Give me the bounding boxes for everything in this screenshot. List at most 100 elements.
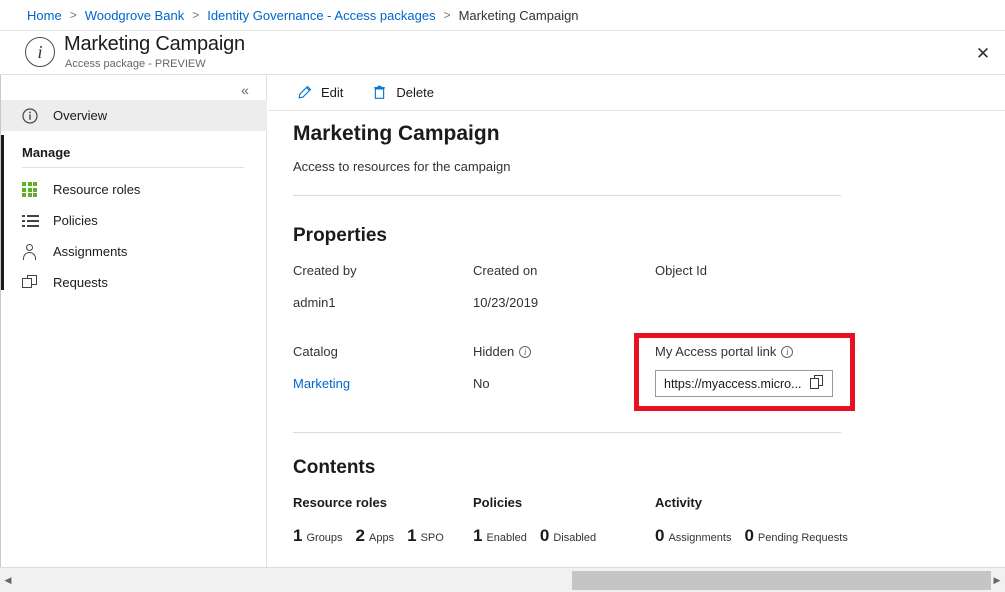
copy-icon[interactable] (810, 375, 828, 393)
portal-link-input[interactable] (664, 377, 810, 391)
delete-button[interactable]: Delete (367, 79, 444, 107)
sidebar-item-policies[interactable]: Policies (0, 205, 267, 236)
contents-column-heading: Policies (473, 495, 609, 510)
stat-number: 0 (655, 526, 664, 546)
content-divider (293, 195, 841, 196)
blade-content: Edit Delete Marketing Campaign Access to… (268, 75, 1005, 567)
property-label: My Access portal link i (655, 344, 833, 359)
blade-left-border (0, 75, 1, 567)
info-icon[interactable]: i (519, 346, 531, 358)
property-value: No (473, 376, 531, 391)
sidebar-item-overview[interactable]: Overview (0, 100, 267, 131)
sidebar-item-label: Assignments (53, 244, 127, 259)
blade-title-bar: i Marketing Campaign Access package - PR… (0, 31, 1005, 75)
edit-button[interactable]: Edit (292, 79, 353, 107)
catalog-link[interactable]: Marketing (293, 376, 350, 391)
contents-column-heading: Activity (655, 495, 861, 510)
stat-item: 1 SPO (407, 526, 444, 546)
stat-number: 0 (540, 526, 549, 546)
stat-number: 2 (356, 526, 365, 546)
stat-unit: Apps (369, 532, 394, 544)
property-hidden: Hidden i No (473, 344, 531, 391)
stat-item: 1 Groups (293, 526, 343, 546)
blade-sidebar: « Overview Manage Resource r (0, 75, 267, 567)
stat-unit: Disabled (553, 532, 596, 544)
stat-unit: Enabled (486, 532, 526, 544)
info-icon[interactable]: i (781, 346, 793, 358)
property-my-access-portal-link: My Access portal link i (655, 344, 833, 397)
azure-portal-blade: Home > Woodgrove Bank > Identity Governa… (0, 0, 1005, 592)
scrollbar-thumb[interactable] (572, 571, 991, 590)
sidebar-item-label: Requests (53, 275, 108, 290)
breadcrumb-separator: > (444, 8, 451, 22)
delete-button-label: Delete (396, 85, 434, 100)
property-object-id: Object Id (655, 263, 707, 295)
sidebar-manage-list: Resource roles Policies Assignments (0, 174, 267, 298)
stat-number: 0 (744, 526, 753, 546)
stat-number: 1 (473, 526, 482, 546)
property-label: Object Id (655, 263, 707, 278)
page-title: Marketing Campaign (64, 33, 245, 56)
property-created-on: Created on 10/23/2019 (473, 263, 538, 310)
sidebar-item-assignments[interactable]: Assignments (0, 236, 267, 267)
sidebar-item-label: Resource roles (53, 182, 140, 197)
content-divider (293, 432, 841, 433)
property-label: Created on (473, 263, 538, 278)
edit-button-label: Edit (321, 85, 343, 100)
property-label: Hidden i (473, 344, 531, 359)
horizontal-scrollbar[interactable]: ◀ ▶ (0, 567, 1005, 592)
sidebar-item-requests[interactable]: Requests (0, 267, 267, 298)
contents-section-title: Contents (293, 457, 375, 479)
properties-row: Catalog Marketing Hidden i No My Access … (293, 344, 903, 425)
trash-icon (369, 84, 389, 102)
chevron-double-left-icon[interactable]: « (233, 79, 257, 101)
scroll-left-arrow-icon[interactable]: ◀ (0, 568, 16, 592)
contents-stats: 1 Enabled 0 Disabled (473, 526, 609, 546)
info-circle-icon: i (25, 37, 55, 67)
page-subtitle: Access package - PREVIEW (65, 58, 206, 70)
person-icon (22, 243, 42, 261)
breadcrumb-separator: > (70, 8, 77, 22)
bullet-list-icon (22, 212, 42, 230)
stat-number: 1 (293, 526, 302, 546)
stat-item: 2 Apps (356, 526, 395, 546)
stat-item: 0 Assignments (655, 526, 731, 546)
scroll-right-arrow-icon[interactable]: ▶ (989, 568, 1005, 592)
contents-stats: 0 Assignments 0 Pending Requests (655, 526, 861, 546)
stat-item: 1 Enabled (473, 526, 527, 546)
contents-column-activity: Activity 0 Assignments 0 Pending Request… (655, 495, 861, 546)
sidebar-item-label: Policies (53, 213, 98, 228)
property-label: Created by (293, 263, 357, 278)
green-grid-icon (22, 181, 42, 199)
property-label-text: Hidden (473, 344, 514, 359)
breadcrumb-item-woodgrove-bank[interactable]: Woodgrove Bank (85, 8, 185, 23)
property-created-by: Created by admin1 (293, 263, 357, 310)
property-value: 10/23/2019 (473, 295, 538, 310)
property-catalog: Catalog Marketing (293, 344, 350, 391)
stat-unit: Pending Requests (758, 532, 848, 544)
stat-unit: SPO (421, 532, 444, 544)
property-label: Catalog (293, 344, 350, 359)
breadcrumb-item-identity-governance[interactable]: Identity Governance - Access packages (207, 8, 435, 23)
portal-link-field[interactable] (655, 370, 833, 397)
sidebar-overview-group: Overview (0, 100, 267, 131)
content-heading: Marketing Campaign (293, 122, 500, 146)
two-squares-icon (22, 274, 42, 292)
stat-number: 1 (407, 526, 416, 546)
stat-unit: Groups (306, 532, 342, 544)
contents-stats: 1 Groups 2 Apps 1 SPO (293, 526, 457, 546)
sidebar-item-label: Overview (53, 108, 107, 123)
breadcrumb-item-current: Marketing Campaign (459, 8, 579, 23)
scrollbar-track[interactable] (16, 568, 989, 592)
close-icon[interactable]: ✕ (967, 37, 999, 69)
breadcrumb-item-home[interactable]: Home (27, 8, 62, 23)
sidebar-section-manage: Manage (22, 145, 70, 160)
properties-grid: Created by admin1 Created on 10/23/2019 … (293, 263, 903, 425)
properties-row: Created by admin1 Created on 10/23/2019 … (293, 263, 903, 344)
breadcrumb: Home > Woodgrove Bank > Identity Governa… (0, 0, 1005, 31)
stat-item: 0 Disabled (540, 526, 596, 546)
info-circle-icon (22, 107, 42, 125)
sidebar-item-resource-roles[interactable]: Resource roles (0, 174, 267, 205)
stat-item: 0 Pending Requests (744, 526, 847, 546)
property-value: admin1 (293, 295, 357, 310)
